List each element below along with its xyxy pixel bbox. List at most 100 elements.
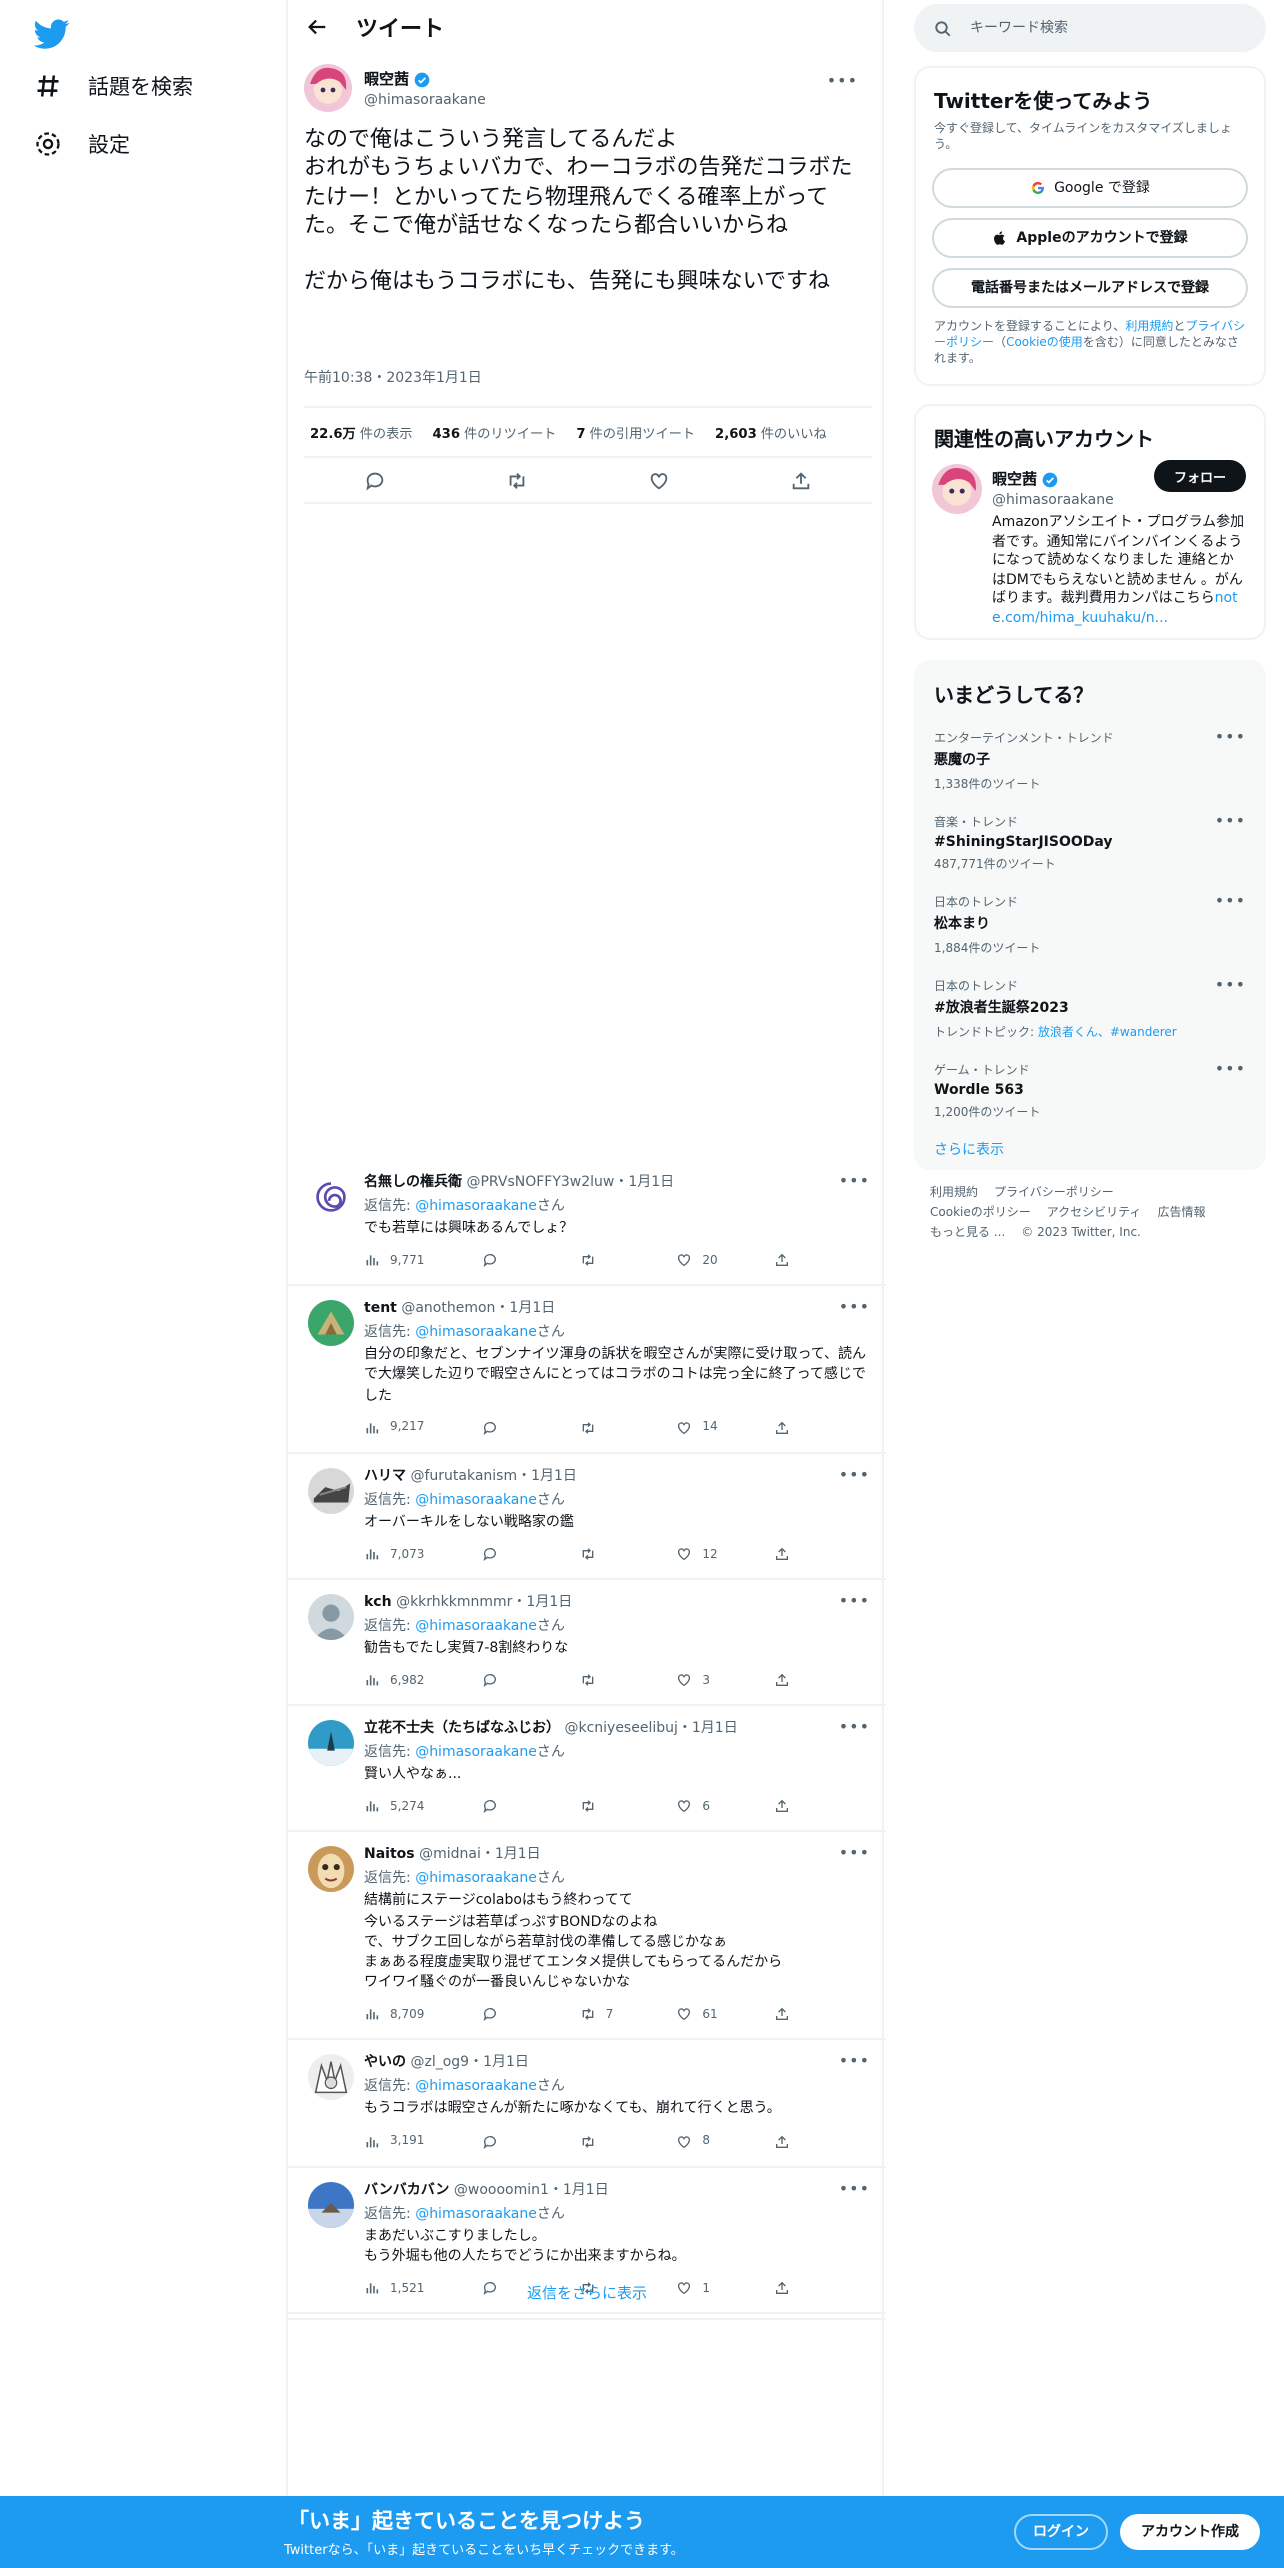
author-name[interactable]: 暇空茜 <box>364 68 486 90</box>
related-account[interactable]: 暇空茜 @himasoraakane フォロー Amazonアソシエイト・プログ… <box>916 456 1264 628</box>
login-button[interactable]: ログイン <box>1014 2514 1108 2550</box>
like-button[interactable]: 8 <box>676 2133 773 2149</box>
share-button[interactable] <box>773 1672 870 1688</box>
retweet-icon[interactable] <box>506 469 528 491</box>
back-arrow-icon[interactable] <box>306 16 328 38</box>
share-icon[interactable] <box>790 469 812 491</box>
reply-tweet[interactable]: ••• ハリマ @furutakanism・1月1日 返信先: @himasor… <box>288 1454 886 1581</box>
twitter-logo-icon[interactable] <box>34 16 70 52</box>
trend-item[interactable]: ••• エンターテインメント・トレンド 悪魔の子 1,338件のツイート <box>916 716 1264 800</box>
more-options-icon[interactable]: ••• <box>1215 976 1246 994</box>
more-options-icon[interactable]: ••• <box>839 1298 870 1316</box>
reply-author-name[interactable]: kch <box>364 1594 392 1610</box>
avatar[interactable] <box>308 1720 354 1767</box>
author-handle[interactable]: @himasoraakane <box>364 92 486 108</box>
views-button[interactable]: 7,073 <box>364 1546 483 1562</box>
quotes-stat[interactable]: 7 件の引用ツイート <box>576 422 695 442</box>
views-stat[interactable]: 22.6万 件の表示 <box>310 422 413 442</box>
footer-ads[interactable]: 広告情報 <box>1157 1206 1205 1220</box>
more-options-icon[interactable]: ••• <box>839 1172 870 1190</box>
follow-button[interactable]: フォロー <box>1154 460 1246 492</box>
reply-tweet[interactable]: ••• Naitos @midnai・1月1日 返信先: @himasoraak… <box>288 1833 886 2041</box>
like-button[interactable]: 20 <box>676 1252 773 1268</box>
replying-to-link[interactable]: @himasoraakane <box>415 1618 537 1634</box>
reply-author-name[interactable]: ハリマ <box>364 1468 406 1484</box>
like-button[interactable]: 3 <box>676 1672 773 1688</box>
retweet-button[interactable]: 7 <box>580 2007 677 2023</box>
avatar[interactable] <box>308 1467 354 1514</box>
footer-terms[interactable]: 利用規約 <box>930 1186 978 1200</box>
replying-to-link[interactable]: @himasoraakane <box>415 1198 537 1214</box>
avatar[interactable] <box>304 64 352 112</box>
reply-author-name[interactable]: Naitos <box>364 1847 415 1863</box>
create-account-button[interactable]: アカウント作成 <box>1120 2514 1260 2550</box>
reply-tweet[interactable]: ••• 立花不士夫（たちばなふじお） @kcniyeseelibuj・1月1日 … <box>288 1706 886 1833</box>
reply-button[interactable] <box>483 2133 580 2149</box>
avatar[interactable] <box>308 1174 354 1220</box>
avatar[interactable] <box>308 2054 354 2101</box>
reply-meta[interactable]: @anothemon・1月1日 <box>401 1300 555 1316</box>
replying-to-link[interactable]: @himasoraakane <box>415 2205 537 2221</box>
retweets-stat[interactable]: 436 件のリツイート <box>433 422 557 442</box>
views-button[interactable]: 8,709 <box>364 2007 483 2023</box>
reply-icon[interactable] <box>364 469 386 491</box>
trend-topic-links[interactable]: 放浪者くん、#wanderer <box>1038 1026 1177 1040</box>
more-options-icon[interactable]: ••• <box>1215 892 1246 910</box>
share-button[interactable] <box>773 2133 870 2149</box>
reply-meta[interactable]: @furutakanism・1月1日 <box>410 1468 576 1484</box>
reply-meta[interactable]: @kcniyeseelibuj・1月1日 <box>564 1720 737 1736</box>
avatar[interactable] <box>308 2181 354 2228</box>
reply-meta[interactable]: @zl_og9・1月1日 <box>410 2055 528 2071</box>
retweet-button[interactable] <box>580 1420 677 1436</box>
reply-button[interactable] <box>483 1546 580 1562</box>
reply-tweet[interactable]: ••• kch @kkrhkkmnmmr・1月1日 返信先: @himasora… <box>288 1580 886 1707</box>
more-options-icon[interactable]: ••• <box>839 1718 870 1736</box>
reply-author-name[interactable]: 立花不士夫（たちばなふじお） <box>364 1720 560 1736</box>
more-options-icon[interactable]: ••• <box>1215 1060 1246 1078</box>
footer-more[interactable]: もっと見る ... <box>930 1226 1005 1240</box>
trend-item[interactable]: ••• 日本のトレンド 松本まり 1,884件のツイート <box>916 880 1264 964</box>
like-icon[interactable] <box>648 469 670 491</box>
likes-stat[interactable]: 2,603 件のいいね <box>715 422 827 442</box>
replying-to-link[interactable]: @himasoraakane <box>415 2079 537 2095</box>
share-button[interactable] <box>773 1420 870 1436</box>
like-button[interactable]: 12 <box>676 1546 773 1562</box>
nav-settings[interactable]: 設定 <box>32 122 130 166</box>
google-signup-button[interactable]: Google で登録 <box>932 168 1248 208</box>
trend-item[interactable]: ••• 日本のトレンド #放浪者生誕祭2023 トレンドトピック: 放浪者くん、… <box>916 964 1264 1048</box>
reply-button[interactable] <box>483 1252 580 1268</box>
replying-to-link[interactable]: @himasoraakane <box>415 1871 537 1887</box>
avatar[interactable] <box>308 1594 354 1641</box>
reply-tweet[interactable]: ••• tent @anothemon・1月1日 返信先: @himasoraa… <box>288 1286 886 1454</box>
share-button[interactable] <box>773 2007 870 2023</box>
more-options-icon[interactable]: ••• <box>827 72 858 90</box>
phone-email-signup-button[interactable]: 電話番号またはメールアドレスで登録 <box>932 268 1248 308</box>
search-input[interactable]: キーワード検索 <box>914 4 1266 52</box>
more-options-icon[interactable]: ••• <box>839 1466 870 1484</box>
apple-signup-button[interactable]: Appleのアカウントで登録 <box>932 218 1248 258</box>
trend-item[interactable]: ••• ゲーム・トレンド Wordle 563 1,200件のツイート <box>916 1048 1264 1128</box>
trend-item[interactable]: ••• 音楽・トレンド #ShiningStarJISOODay 487,771… <box>916 800 1264 880</box>
reply-tweet[interactable]: ••• やいの @zl_og9・1月1日 返信先: @himasoraakane… <box>288 2041 886 2168</box>
like-button[interactable]: 14 <box>676 1420 773 1436</box>
views-button[interactable]: 3,191 <box>364 2133 483 2149</box>
share-button[interactable] <box>773 1252 870 1268</box>
footer-cookie[interactable]: Cookieのポリシー <box>930 1206 1031 1220</box>
reply-button[interactable] <box>483 2007 580 2023</box>
share-button[interactable] <box>773 1799 870 1815</box>
reply-meta[interactable]: @midnai・1月1日 <box>419 1847 541 1863</box>
footer-privacy[interactable]: プライバシーポリシー <box>994 1186 1114 1200</box>
reply-author-name[interactable]: 名無しの権兵衛 <box>364 1174 462 1190</box>
reply-button[interactable] <box>483 1672 580 1688</box>
avatar[interactable] <box>308 1300 354 1347</box>
retweet-button[interactable] <box>580 1672 677 1688</box>
reply-button[interactable] <box>483 1799 580 1815</box>
like-button[interactable]: 6 <box>676 1799 773 1815</box>
retweet-button[interactable] <box>580 1546 677 1562</box>
more-options-icon[interactable]: ••• <box>839 2053 870 2071</box>
share-button[interactable] <box>773 1546 870 1562</box>
trends-show-more[interactable]: さらに表示 <box>916 1128 1264 1172</box>
reply-meta[interactable]: @PRVsNOFFY3w2luw・1月1日 <box>466 1174 674 1190</box>
footer-accessibility[interactable]: アクセシビリティ <box>1047 1206 1142 1220</box>
avatar[interactable] <box>932 464 982 514</box>
